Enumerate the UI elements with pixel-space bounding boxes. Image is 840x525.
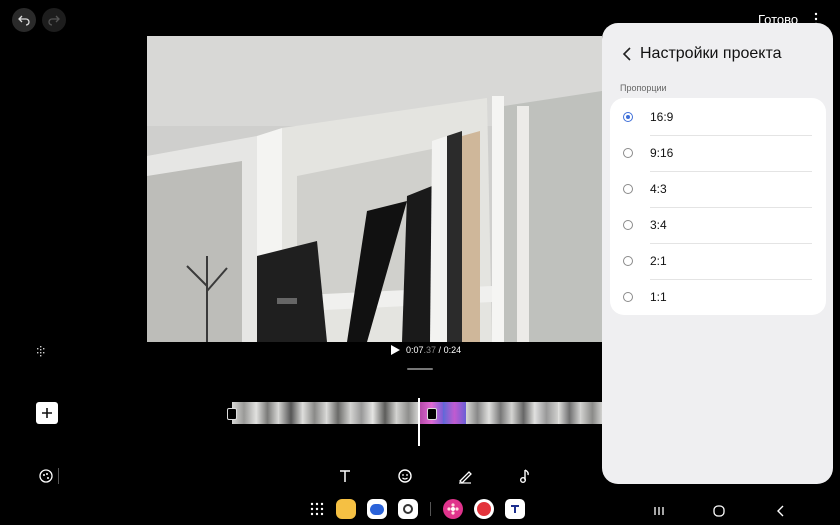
current-time-fraction: .37 [423, 345, 437, 355]
project-settings-panel: Настройки проекта Пропорции 16:9 9:16 4:… [602, 23, 833, 484]
panel-back-button[interactable] [620, 45, 634, 63]
undo-button[interactable] [12, 8, 36, 32]
palette-icon [39, 469, 53, 483]
flower-icon [447, 503, 459, 515]
timeline-clip-2[interactable] [420, 402, 604, 424]
radio-checked[interactable] [623, 112, 633, 122]
timeline-options-button[interactable] [36, 344, 46, 357]
back-button[interactable] [775, 504, 787, 517]
home-icon [713, 505, 725, 517]
tool-divider [58, 468, 59, 484]
radio[interactable] [623, 292, 633, 302]
option-label: 3:4 [650, 218, 667, 232]
text-icon [340, 470, 350, 482]
panel-title: Настройки проекта [640, 45, 782, 62]
sticker-icon [398, 469, 412, 483]
apps-icon [310, 502, 324, 516]
chevron-left-icon [622, 47, 631, 61]
t-letter-icon [511, 505, 519, 513]
sticker-tool-button[interactable] [396, 467, 414, 485]
notes-app-icon[interactable] [336, 499, 356, 519]
aspect-ratio-list: 16:9 9:16 4:3 3:4 2:1 1:1 [610, 98, 826, 315]
radio[interactable] [623, 220, 633, 230]
play-icon[interactable] [391, 345, 400, 355]
dock-divider [430, 502, 431, 516]
undo-icon [18, 15, 30, 26]
trim-handle-right[interactable] [427, 408, 437, 420]
home-button[interactable] [713, 504, 725, 517]
total-time: 0:24 [443, 345, 462, 355]
video-frame-image [147, 36, 602, 342]
drag-handle[interactable] [407, 368, 433, 370]
playhead[interactable] [418, 398, 420, 446]
tools-app-icon[interactable] [474, 499, 494, 519]
project-settings-button[interactable] [38, 468, 54, 484]
aspect-option-4-3[interactable]: 4:3 [610, 172, 826, 208]
recents-icon [654, 507, 664, 515]
aspect-option-16-9[interactable]: 16:9 [610, 100, 826, 136]
time-separator: / [436, 345, 444, 355]
text-tool-button[interactable] [336, 467, 354, 485]
current-time: 0:07 [406, 345, 424, 355]
t-app-icon[interactable] [505, 499, 525, 519]
redo-icon [48, 15, 60, 26]
recents-button[interactable] [653, 504, 665, 516]
option-label: 1:1 [650, 290, 667, 304]
music-icon [519, 469, 529, 483]
aspect-option-9-16[interactable]: 9:16 [610, 136, 826, 172]
aspect-option-3-4[interactable]: 3:4 [610, 208, 826, 244]
redo-button[interactable] [42, 8, 66, 32]
trim-handle-left[interactable] [227, 408, 237, 420]
aspect-option-1-1[interactable]: 1:1 [610, 280, 826, 316]
timeline-clip-1[interactable] [232, 402, 420, 424]
gallery-app-icon[interactable] [443, 499, 463, 519]
option-label: 16:9 [650, 110, 674, 124]
draw-tool-button[interactable] [456, 467, 474, 485]
radio[interactable] [623, 148, 633, 158]
back-icon [777, 505, 784, 517]
option-label: 9:16 [650, 146, 674, 160]
playback-row: 0:07.37 / 0:24 [391, 345, 461, 355]
add-icon [42, 408, 52, 418]
messages-app-icon[interactable] [367, 499, 387, 519]
radio[interactable] [623, 184, 633, 194]
aspect-option-2-1[interactable]: 2:1 [610, 244, 826, 280]
radio[interactable] [623, 256, 633, 266]
equalizer-icon [37, 346, 45, 357]
apps-button[interactable] [309, 501, 325, 517]
aspect-ratio-label: Пропорции [620, 83, 667, 93]
video-preview[interactable] [147, 36, 602, 342]
option-label: 2:1 [650, 254, 667, 268]
camera-app-icon[interactable] [398, 499, 418, 519]
option-label: 4:3 [650, 182, 667, 196]
add-clip-button[interactable] [36, 402, 58, 424]
draw-icon [459, 471, 472, 484]
music-tool-button[interactable] [516, 467, 534, 485]
